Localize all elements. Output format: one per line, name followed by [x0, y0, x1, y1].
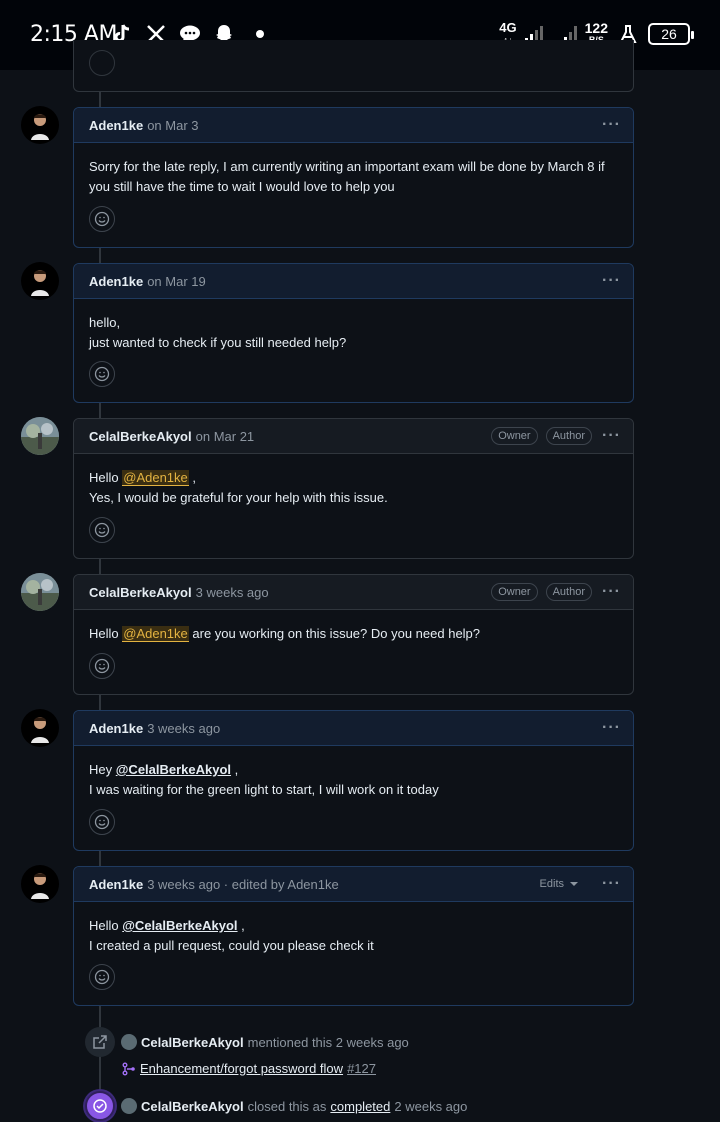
event-author[interactable]: CelalBerkeAkyol [141, 1099, 244, 1114]
comment-header: CelalBerkeAkyol on Mar 21 Owner Author ·… [74, 419, 633, 454]
comment-menu-icon[interactable]: ··· [602, 583, 621, 601]
comment-author[interactable]: Aden1ke [89, 721, 143, 736]
smiley-icon [94, 522, 110, 538]
owner-badge: Owner [491, 583, 538, 601]
comment-card: Aden1ke on Mar 19 ··· hello, just wanted… [73, 263, 634, 403]
comment-timestamp[interactable]: on Mar 21 [196, 429, 255, 444]
user-mention[interactable]: @Aden1ke [122, 470, 189, 486]
event-author[interactable]: CelalBerkeAkyol [141, 1035, 244, 1050]
smiley-icon [94, 969, 110, 985]
user-mention[interactable]: @CelalBerkeAkyol [116, 762, 231, 777]
pull-request-icon [122, 1062, 135, 1075]
comment-timestamp[interactable]: 3 weeks ago [147, 721, 220, 736]
add-reaction-button[interactable] [89, 50, 115, 76]
comment-timestamp[interactable]: 3 weeks ago · edited by Aden1ke [147, 877, 339, 892]
comment-body: Hey @CelalBerkeAkyol , I was waiting for… [89, 762, 439, 797]
event-time[interactable]: 2 weeks ago [394, 1099, 467, 1114]
comment-body: Hello @CelalBerkeAkyol , I created a pul… [89, 918, 374, 953]
comment-menu-icon[interactable]: ··· [602, 875, 621, 893]
add-reaction-button[interactable] [89, 964, 115, 990]
edits-dropdown[interactable]: Edits [540, 878, 579, 890]
mini-avatar[interactable] [121, 1098, 137, 1114]
closed-event: CelalBerkeAkyol closed this as completed… [85, 1091, 467, 1121]
add-reaction-button[interactable] [89, 809, 115, 835]
comment-header: Aden1ke 3 weeks ago · edited by Aden1ke … [74, 867, 633, 902]
author-badge: Author [545, 583, 593, 601]
comment-header: Aden1ke on Mar 3 ··· [74, 108, 633, 143]
comment-author[interactable]: Aden1ke [89, 274, 143, 289]
comment-header: Aden1ke 3 weeks ago ··· [74, 711, 633, 746]
comment-body: hello, just wanted to check if you still… [89, 315, 347, 350]
comment-author[interactable]: Aden1ke [89, 118, 143, 133]
comment-author[interactable]: CelalBerkeAkyol [89, 429, 192, 444]
add-reaction-button[interactable] [89, 206, 115, 232]
avatar[interactable] [21, 417, 59, 455]
add-reaction-button[interactable] [89, 361, 115, 387]
pull-request-title[interactable]: Enhancement/forgot password flow [140, 1061, 343, 1076]
event-text: closed this as [247, 1098, 327, 1114]
comment-body: Sorry for the late reply, I am currently… [89, 159, 605, 194]
event-text: mentioned this 2 weeks ago [247, 1034, 409, 1050]
comment-card: CelalBerkeAkyol on Mar 21 Owner Author ·… [73, 418, 634, 559]
issue-closed-icon [85, 1091, 115, 1121]
comment-card: Aden1ke 3 weeks ago ··· Hey @CelalBerkeA… [73, 710, 634, 851]
user-mention[interactable]: @CelalBerkeAkyol [122, 918, 237, 933]
smiley-icon [94, 658, 110, 674]
comment-body: Hello @Aden1ke are you working on this i… [89, 626, 481, 642]
comment-header: Aden1ke on Mar 19 ··· [74, 264, 633, 299]
cross-reference-icon [85, 1027, 115, 1057]
smiley-icon [94, 211, 110, 227]
comment-menu-icon[interactable]: ··· [602, 427, 621, 445]
caret-down-icon [570, 882, 579, 886]
more-notifications-dot [256, 30, 264, 38]
comment-card: Aden1ke on Mar 3 ··· Sorry for the late … [73, 107, 634, 248]
previous-comment [73, 40, 634, 92]
comment-timestamp[interactable]: on Mar 19 [147, 274, 206, 289]
completed-link[interactable]: completed [330, 1099, 390, 1114]
avatar[interactable] [21, 709, 59, 747]
avatar[interactable] [21, 573, 59, 611]
pull-request-number[interactable]: #127 [347, 1061, 376, 1076]
comment-card: Aden1ke 3 weeks ago · edited by Aden1ke … [73, 866, 634, 1006]
linked-pull-request[interactable]: Enhancement/forgot password flow #127 [122, 1061, 376, 1076]
add-reaction-button[interactable] [89, 653, 115, 679]
author-badge: Author [545, 427, 593, 445]
mini-avatar[interactable] [121, 1034, 137, 1050]
comment-timestamp[interactable]: 3 weeks ago [196, 585, 269, 600]
avatar[interactable] [21, 106, 59, 144]
comment-card: CelalBerkeAkyol 3 weeks ago Owner Author… [73, 574, 634, 695]
smiley-icon [94, 366, 110, 382]
comment-menu-icon[interactable]: ··· [602, 116, 621, 134]
comment-timestamp[interactable]: on Mar 3 [147, 118, 198, 133]
comment-author[interactable]: CelalBerkeAkyol [89, 585, 192, 600]
comment-body: Hello @Aden1ke , Yes, I would be gratefu… [89, 470, 388, 505]
comment-menu-icon[interactable]: ··· [602, 719, 621, 737]
smiley-icon [94, 814, 110, 830]
mention-event: CelalBerkeAkyol mentioned this 2 weeks a… [85, 1027, 409, 1057]
comment-header: CelalBerkeAkyol 3 weeks ago Owner Author… [74, 575, 633, 610]
user-mention[interactable]: @Aden1ke [122, 626, 189, 642]
battery-icon: 26 [648, 23, 694, 45]
comment-menu-icon[interactable]: ··· [602, 272, 621, 290]
comment-author[interactable]: Aden1ke [89, 877, 143, 892]
avatar[interactable] [21, 262, 59, 300]
avatar[interactable] [21, 865, 59, 903]
add-reaction-button[interactable] [89, 517, 115, 543]
owner-badge: Owner [491, 427, 538, 445]
